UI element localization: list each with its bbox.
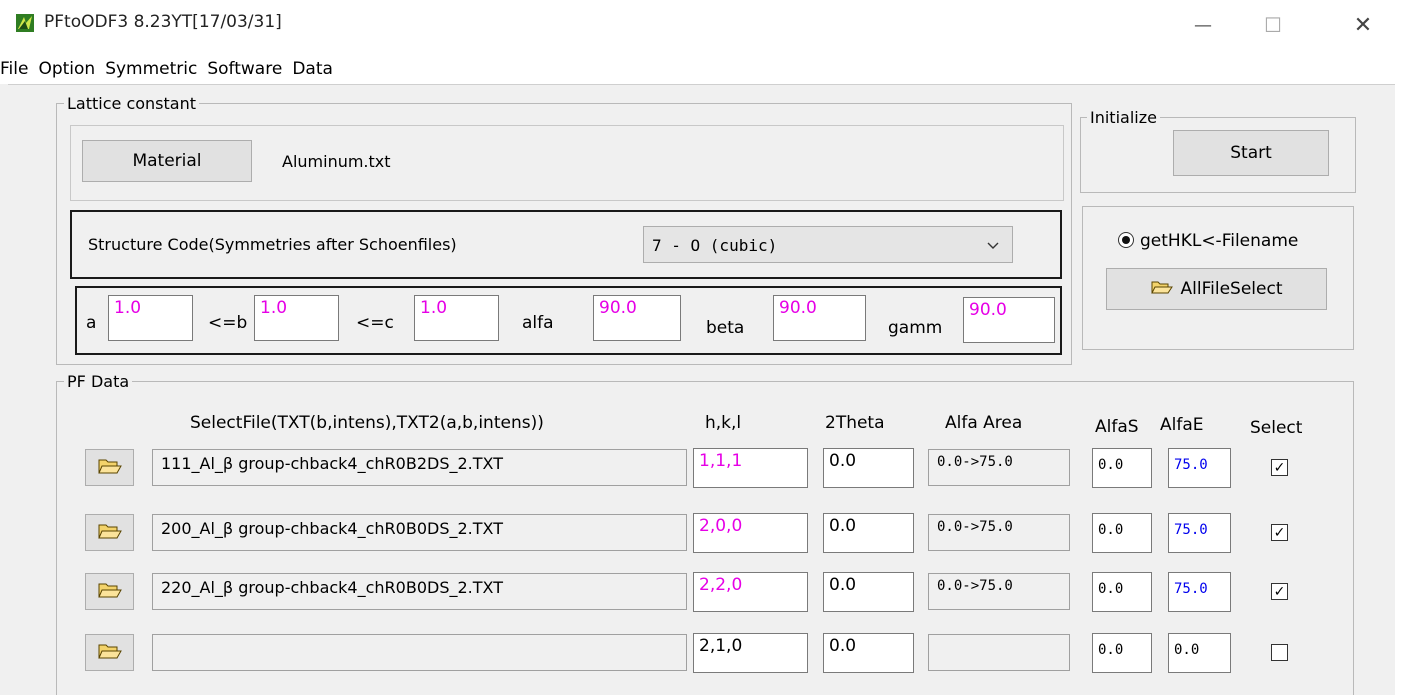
two-theta-input[interactable]: 0.0 — [823, 572, 914, 612]
alfae-input[interactable]: 75.0 — [1168, 448, 1231, 488]
header-alfae: AlfaE — [1160, 415, 1204, 435]
two-theta-input[interactable]: 0.0 — [823, 513, 914, 553]
select-checkbox[interactable]: ✓ — [1271, 583, 1288, 600]
open-file-button[interactable] — [85, 634, 134, 671]
header-select: Select — [1250, 418, 1303, 438]
alfae-input[interactable]: 75.0 — [1168, 572, 1231, 612]
minimize-icon: — — [1194, 14, 1212, 36]
lattice-constant-label: Lattice constant — [64, 94, 199, 113]
b-input[interactable]: 1.0 — [254, 295, 339, 341]
app-icon — [16, 14, 34, 32]
gethkl-radio[interactable] — [1118, 232, 1134, 248]
menu-file[interactable]: File — [0, 59, 32, 79]
header-alfas: AlfaS — [1095, 417, 1139, 437]
select-checkbox[interactable]: ✓ — [1271, 524, 1288, 541]
open-folder-icon — [97, 522, 122, 544]
window-title: PFtoODF3 8.23YT[17/03/31] — [44, 12, 282, 32]
minimize-button[interactable]: — — [1180, 8, 1226, 42]
selected-file-field: 220_Al_β group-chback4_chR0B0DS_2.TXT — [152, 573, 687, 610]
open-folder-icon — [97, 642, 122, 664]
selected-file-field: 111_Al_β group-chback4_chR0B2DS_2.TXT — [152, 449, 687, 486]
selected-file-field: 200_Al_β group-chback4_chR0B0DS_2.TXT — [152, 514, 687, 551]
header-selectfile: SelectFile(TXT(b,intens),TXT2(a,b,intens… — [190, 413, 544, 433]
menu-data[interactable]: Data — [286, 59, 337, 79]
open-folder-icon — [1150, 279, 1173, 300]
hkl-input[interactable]: 2,0,0 — [693, 513, 808, 553]
left-edge — [0, 84, 8, 695]
gamm-input[interactable]: 90.0 — [963, 297, 1055, 343]
alfa-area-field: 0.0->75.0 — [928, 449, 1070, 486]
maximize-button[interactable]: ☐ — [1250, 8, 1296, 42]
selected-file-field — [152, 634, 687, 671]
beta-label: beta — [706, 318, 745, 338]
structure-code-select[interactable]: 7 - O (cubic) — [643, 226, 1013, 263]
alfas-input[interactable]: 0.0 — [1092, 633, 1152, 673]
structure-code-label: Structure Code(Symmetries after Schoenfi… — [88, 235, 457, 254]
a-input[interactable]: 1.0 — [108, 295, 193, 341]
menu-option[interactable]: Option — [32, 59, 99, 79]
open-folder-icon — [97, 457, 122, 479]
two-theta-input[interactable]: 0.0 — [823, 633, 914, 673]
hkl-input[interactable]: 2,2,0 — [693, 572, 808, 612]
close-icon: ✕ — [1353, 12, 1373, 38]
radio-dot-icon — [1122, 236, 1130, 244]
material-filename: Aluminum.txt — [282, 152, 391, 171]
alfa-area-field: 0.0->75.0 — [928, 514, 1070, 551]
header-alfa-area: Alfa Area — [945, 413, 1023, 433]
gamm-label: gamm — [888, 318, 943, 338]
b-label: <=b — [208, 313, 248, 333]
alfas-input[interactable]: 0.0 — [1092, 572, 1152, 612]
a-label: a — [86, 313, 97, 333]
open-folder-icon — [97, 581, 122, 603]
alfa-area-field — [928, 634, 1070, 671]
two-theta-input[interactable]: 0.0 — [823, 448, 914, 488]
header-hkl: h,k,l — [705, 413, 742, 433]
header-2theta: 2Theta — [825, 413, 885, 433]
hkl-input[interactable]: 1,1,1 — [693, 448, 808, 488]
hkl-input[interactable]: 2,1,0 — [693, 633, 808, 673]
select-checkbox[interactable] — [1271, 644, 1288, 661]
chevron-down-icon — [986, 237, 1000, 256]
menu-symmetric[interactable]: Symmetric — [99, 59, 201, 79]
alfae-input[interactable]: 75.0 — [1168, 513, 1231, 553]
menu-software[interactable]: Software — [201, 59, 286, 79]
alfas-input[interactable]: 0.0 — [1092, 513, 1152, 553]
structure-code-value: 7 - O (cubic) — [652, 236, 778, 255]
alfa-label: alfa — [522, 313, 554, 333]
gethkl-radio-label: getHKL<-Filename — [1140, 231, 1299, 251]
material-button[interactable]: Material — [82, 140, 252, 182]
alfa-area-field: 0.0->75.0 — [928, 573, 1070, 610]
open-file-button[interactable] — [85, 573, 134, 610]
c-input[interactable]: 1.0 — [414, 295, 499, 341]
pf-data-label: PF Data — [64, 372, 133, 391]
start-button[interactable]: Start — [1173, 130, 1329, 176]
select-checkbox[interactable]: ✓ — [1271, 459, 1288, 476]
open-file-button[interactable] — [85, 514, 134, 551]
alfae-input[interactable]: 0.0 — [1168, 633, 1231, 673]
allfileselect-button[interactable]: AllFileSelect — [1106, 268, 1327, 310]
beta-input[interactable]: 90.0 — [773, 295, 866, 341]
alfas-input[interactable]: 0.0 — [1092, 448, 1152, 488]
maximize-icon: ☐ — [1264, 13, 1282, 37]
allfileselect-label: AllFileSelect — [1180, 279, 1283, 299]
alfa-input[interactable]: 90.0 — [593, 295, 681, 341]
close-button[interactable]: ✕ — [1340, 8, 1386, 42]
open-file-button[interactable] — [85, 449, 134, 486]
c-label: <=c — [356, 313, 394, 333]
initialize-label: Initialize — [1087, 108, 1160, 127]
menu-bar: File Option Symmetric Software Data — [0, 55, 1405, 83]
